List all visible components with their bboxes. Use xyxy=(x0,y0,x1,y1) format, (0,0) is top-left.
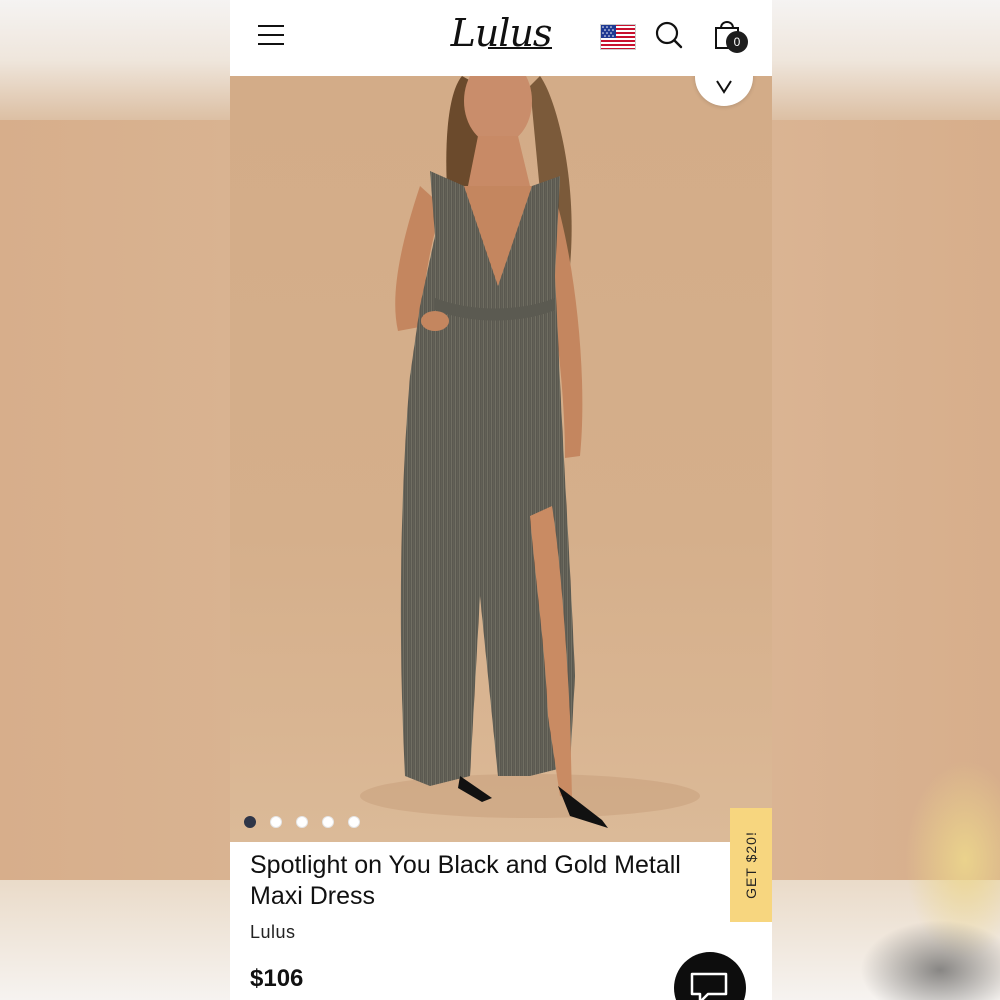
chat-button[interactable] xyxy=(674,952,746,1000)
wishlist-heart-button[interactable] xyxy=(695,76,753,106)
chat-icon xyxy=(690,972,728,1000)
backdrop-left xyxy=(0,120,230,880)
gallery-dot[interactable] xyxy=(296,816,308,828)
product-title-line1: Spotlight on You Black and Gold Metall xyxy=(250,851,681,879)
logo-underline xyxy=(488,47,552,49)
heart-icon xyxy=(716,80,732,94)
product-brand[interactable]: Lulus xyxy=(250,922,296,943)
gallery-dot[interactable] xyxy=(270,816,282,828)
gallery-dot[interactable] xyxy=(244,816,256,828)
site-header: Lulus 0 xyxy=(230,0,772,76)
backdrop-dark-glow xyxy=(860,920,1000,1000)
brand-logo[interactable]: Lulus xyxy=(446,8,556,58)
mobile-page: Lulus 0 GET $20! Spotlight on You Black … xyxy=(230,0,772,1000)
promo-side-tab[interactable]: GET $20! xyxy=(730,808,772,922)
promo-label: GET $20! xyxy=(743,831,759,899)
search-icon[interactable] xyxy=(654,20,684,50)
model-photo xyxy=(360,76,700,828)
us-flag-icon[interactable] xyxy=(600,24,636,50)
product-price: $106 xyxy=(250,965,304,992)
gallery-pagination xyxy=(244,816,360,828)
gallery-dot[interactable] xyxy=(348,816,360,828)
product-title-line2: Maxi Dress xyxy=(250,882,376,910)
gallery-dot[interactable] xyxy=(322,816,334,828)
product-title: Spotlight on You Black and Gold Metall M… xyxy=(250,850,730,912)
cart-count-badge[interactable]: 0 xyxy=(726,31,748,53)
hamburger-menu-icon[interactable] xyxy=(256,22,286,48)
product-image[interactable] xyxy=(230,76,772,842)
